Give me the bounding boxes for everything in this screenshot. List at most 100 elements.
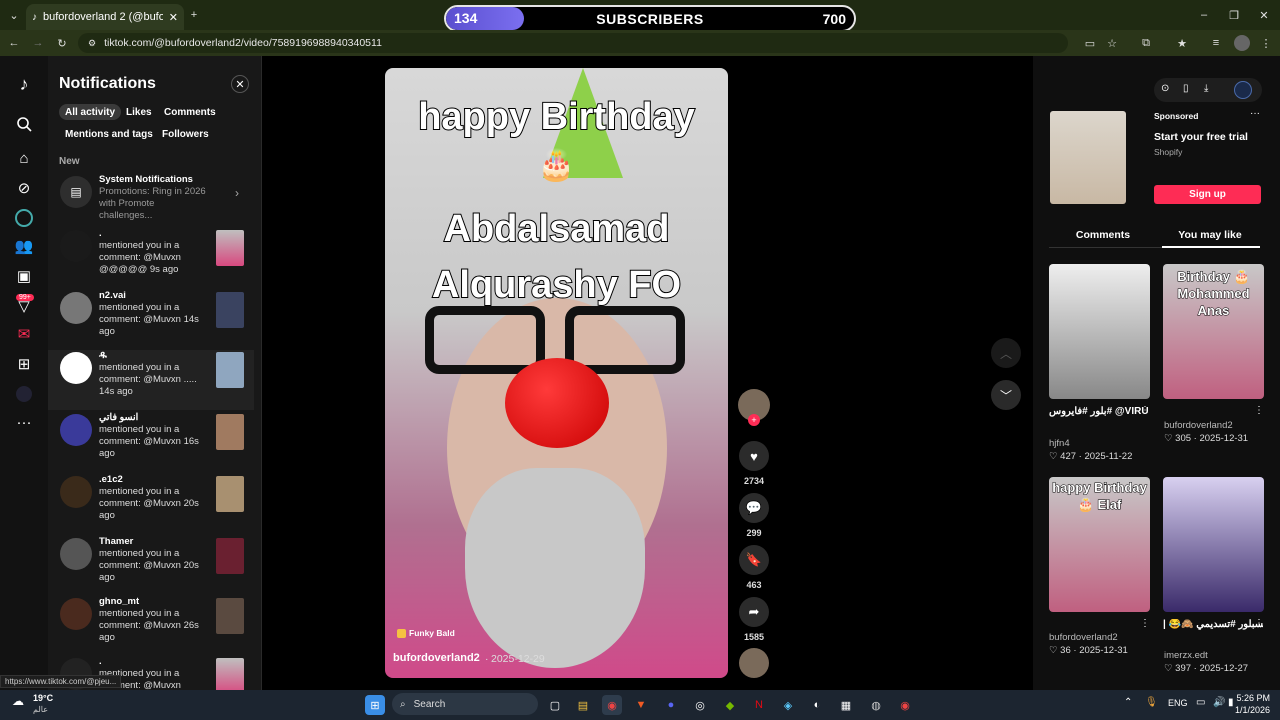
list-item[interactable]: n2.vai mentioned you in a comment: @Muvx… (48, 290, 254, 350)
avatar[interactable] (60, 230, 92, 262)
search-icon[interactable] (12, 112, 36, 136)
sign-up-button[interactable]: Sign up (1154, 185, 1261, 204)
card-more-icon[interactable]: ⋮ (1140, 618, 1150, 629)
suggested-video-user[interactable]: imerzx.edt (1164, 650, 1208, 661)
card-more-icon[interactable]: ⋮ (1254, 405, 1264, 416)
bookmark-icon[interactable]: 🔖 (739, 545, 769, 575)
tray-chevron-icon[interactable]: ⌃ (1124, 697, 1132, 708)
sound-disc[interactable] (739, 648, 769, 678)
sponsored-title[interactable]: Start your free trial (1154, 131, 1248, 143)
close-window-icon[interactable]: ✕ (1256, 7, 1272, 23)
video-thumbnail[interactable] (216, 476, 244, 512)
explore-icon[interactable]: ⊘ (12, 176, 36, 200)
steam-icon[interactable]: ◍ (866, 695, 886, 715)
next-video-icon[interactable]: ﹀ (991, 380, 1021, 410)
more-icon[interactable]: ··· (12, 410, 36, 434)
close-icon[interactable]: ✕ (231, 75, 249, 93)
home-icon[interactable]: ⌂ (12, 146, 36, 170)
suggested-video-thumb[interactable]: Birthday 🎂 Mohammed Anas (1163, 264, 1264, 399)
start-menu-icon[interactable]: ⊞ (365, 695, 385, 715)
list-item[interactable]: .e1c2 mentioned you in a comment: @Muvxn… (48, 474, 254, 534)
suggested-video-user[interactable]: bufordoverland2 (1164, 420, 1233, 431)
filter-followers[interactable]: Followers (156, 126, 215, 142)
minimize-icon[interactable]: – (1196, 7, 1212, 23)
effect-tag[interactable]: Funky Bald (397, 628, 455, 638)
site-info-icon[interactable]: ⚙ (88, 38, 96, 49)
avatar[interactable] (60, 352, 92, 384)
url-field[interactable]: ⚙ tiktok.com/@bufordoverland2/video/7589… (78, 33, 1068, 53)
new-tab-icon[interactable]: + (186, 7, 202, 23)
video-thumbnail[interactable] (216, 414, 244, 450)
live-ring-icon[interactable] (12, 206, 36, 230)
obs-icon[interactable]: ◎ (690, 695, 710, 715)
avatar[interactable] (60, 538, 92, 570)
avatar[interactable] (60, 414, 92, 446)
share-icon[interactable]: ➦ (739, 597, 769, 627)
tiktok-logo-icon[interactable]: ♪ (12, 72, 36, 96)
back-icon[interactable]: ← (6, 35, 22, 51)
filter-mentions[interactable]: Mentions and tags (59, 126, 159, 142)
network-icon[interactable]: ▭ (1196, 697, 1205, 708)
video-author[interactable]: bufordoverland2 (393, 652, 480, 664)
upload-icon[interactable]: ⊞ (12, 352, 36, 376)
discord-icon[interactable]: ● (661, 695, 681, 715)
bookmark-star-icon[interactable]: ☆ (1104, 35, 1120, 51)
autoscroll-icon[interactable]: ⊙ (1161, 83, 1169, 94)
messages-icon[interactable]: ✉ (12, 322, 36, 346)
card-more-icon[interactable]: ⋮ (1254, 618, 1264, 629)
close-tab-icon[interactable]: ✕ (169, 11, 178, 24)
forward-icon[interactable]: → (30, 35, 46, 51)
list-item[interactable]: Thamer mentioned you in a comment: @Muvx… (48, 536, 254, 596)
netflix-icon[interactable]: N (749, 695, 769, 715)
list-item[interactable]: انسو فاتي mentioned you in a comment: @M… (48, 412, 254, 472)
avatar[interactable] (60, 292, 92, 324)
brave-icon[interactable]: ▼ (631, 695, 651, 715)
friends-icon[interactable]: 👥 (12, 234, 36, 258)
capcut-icon[interactable]: ◐ (807, 695, 827, 715)
filter-comments[interactable]: Comments (158, 104, 222, 120)
like-heart-icon[interactable]: ♥ (739, 441, 769, 471)
suggested-video-user[interactable]: bufordoverland2 (1049, 632, 1118, 643)
user-avatar[interactable] (1234, 81, 1252, 99)
ad-more-icon[interactable]: ··· (1250, 108, 1260, 119)
taskbar-search[interactable]: ⌕ Search (392, 693, 538, 715)
video-thumbnail[interactable] (216, 230, 244, 266)
suggested-video-thumb[interactable] (1049, 264, 1150, 399)
suggested-video-user[interactable]: hjfn4 (1049, 438, 1070, 449)
previous-video-icon[interactable]: ︿ (991, 338, 1021, 368)
suggested-video-title[interactable]: بلور #فايروس# @VIRUS (1049, 406, 1149, 417)
file-explorer-icon[interactable]: ▤ (573, 695, 593, 715)
follow-plus-icon[interactable]: + (748, 414, 760, 426)
menu-dots-icon[interactable]: ⋮ (1258, 35, 1274, 51)
video-player[interactable]: happy Birthday 🎂 Abdalsamad Alqurashy FO… (385, 68, 728, 678)
media-icon[interactable]: ≡ (1208, 35, 1224, 51)
filter-all-activity[interactable]: All activity (59, 104, 122, 120)
avatar[interactable] (60, 598, 92, 630)
comment-icon[interactable]: 💬 (739, 493, 769, 523)
list-item[interactable]: ghno_mt mentioned you in a comment: @Muv… (48, 596, 254, 656)
avatar[interactable] (60, 476, 92, 508)
tab-list-icon[interactable]: ⌄ (6, 7, 22, 23)
video-thumbnail[interactable] (216, 352, 244, 388)
recorder-icon[interactable]: ◉ (895, 695, 915, 715)
phone-icon[interactable]: ▯ (1183, 83, 1189, 94)
video-thumbnail[interactable] (216, 658, 244, 690)
system-notification-row[interactable]: ▤ System Notifications Promotions: Ring … (48, 174, 254, 234)
download-icon[interactable]: ⤓ (1204, 83, 1208, 94)
cast-icon[interactable]: ▭ (1082, 35, 1098, 51)
suggested-video-thumb[interactable] (1163, 477, 1264, 612)
sponsored-thumbnail[interactable] (1050, 111, 1126, 204)
live-tv-icon[interactable]: ▣ (12, 264, 36, 288)
clock-date[interactable]: 1/1/2026 (1230, 705, 1270, 715)
browser-tab[interactable]: ♪ bufordoverland 2 (@bufordoverland2) ✕ (26, 4, 184, 30)
chrome-icon[interactable]: ◉ (602, 695, 622, 715)
filter-likes[interactable]: Likes (120, 104, 158, 120)
weather-icon[interactable]: ☁ (12, 694, 24, 708)
video-thumbnail[interactable] (216, 538, 244, 574)
favorites-icon[interactable]: ★ (1174, 35, 1190, 51)
video-thumbnail[interactable] (216, 292, 244, 328)
app-icon[interactable]: ◈ (778, 695, 798, 715)
microphone-icon[interactable]: 🎙 (1145, 697, 1158, 708)
reload-icon[interactable]: ↻ (54, 35, 70, 51)
excel-icon[interactable]: ▦ (836, 695, 856, 715)
